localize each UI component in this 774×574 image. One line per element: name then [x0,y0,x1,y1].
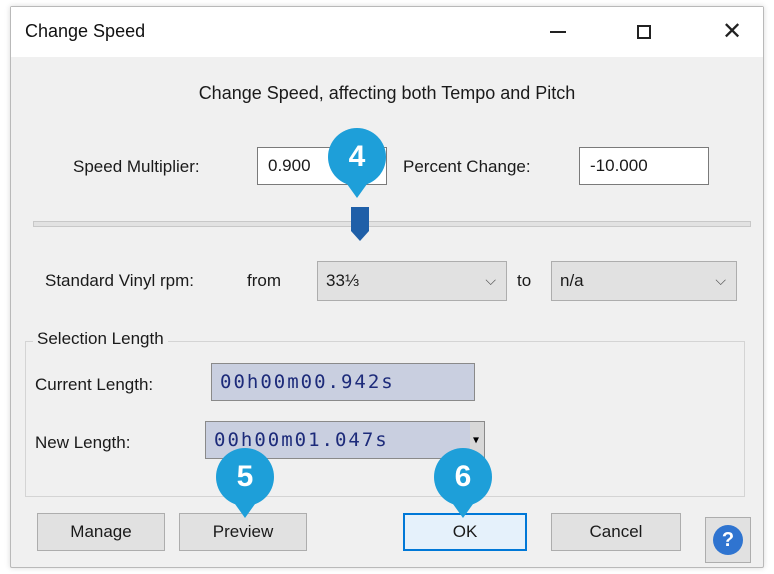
step-badge-6: 6 [434,448,492,506]
vinyl-rpm-label: Standard Vinyl rpm: [45,271,194,290]
vinyl-from-select[interactable]: 33⅓ ⌵ [317,261,507,301]
maximize-icon [637,25,651,39]
title-bar: Change Speed ✕ [11,7,763,57]
cancel-button[interactable]: Cancel [551,513,681,551]
step-badge-5: 5 [216,448,274,506]
current-length-value: 00h00m00.942s [220,371,395,393]
window-title: Change Speed [25,21,146,41]
vinyl-to-label: to [517,271,532,290]
percent-change-input[interactable]: -10.000 [579,147,709,185]
percent-change-label: Percent Change: [403,157,531,176]
selection-length-title: Selection Length [33,329,168,349]
close-icon: ✕ [721,18,743,45]
step-6-pointer [453,504,473,518]
chevron-down-icon: ⌵ [715,272,726,288]
vinyl-to-select[interactable]: n/a ⌵ [551,261,737,301]
vinyl-from-value: 33⅓ [326,271,360,290]
close-button[interactable]: ✕ [703,7,761,57]
current-length-label: Current Length: [35,375,154,394]
step-4-pointer [347,184,367,198]
chevron-down-icon: ⌵ [485,272,496,288]
vinyl-to-value: n/a [560,271,584,290]
step-5-pointer [235,504,255,518]
ok-button[interactable]: OK [403,513,527,551]
change-speed-dialog: Change Speed ✕ Change Speed, affecting b… [10,6,764,568]
speed-slider-thumb[interactable] [349,207,371,241]
current-length-field: 00h00m00.942s [211,363,475,401]
vinyl-from-label: from [247,271,281,290]
step-badge-4: 4 [328,128,386,186]
minimize-button[interactable] [529,7,587,57]
minimize-icon [550,31,566,33]
preview-button[interactable]: Preview [179,513,307,551]
help-button[interactable]: ? [705,517,751,563]
help-icon: ? [713,525,743,555]
speed-multiplier-label: Speed Multiplier: [73,157,200,176]
speed-slider-track[interactable] [33,221,751,227]
dialog-heading: Change Speed, affecting both Tempo and P… [198,83,576,103]
new-length-label: New Length: [35,433,131,452]
manage-button[interactable]: Manage [37,513,165,551]
maximize-button[interactable] [615,7,673,57]
